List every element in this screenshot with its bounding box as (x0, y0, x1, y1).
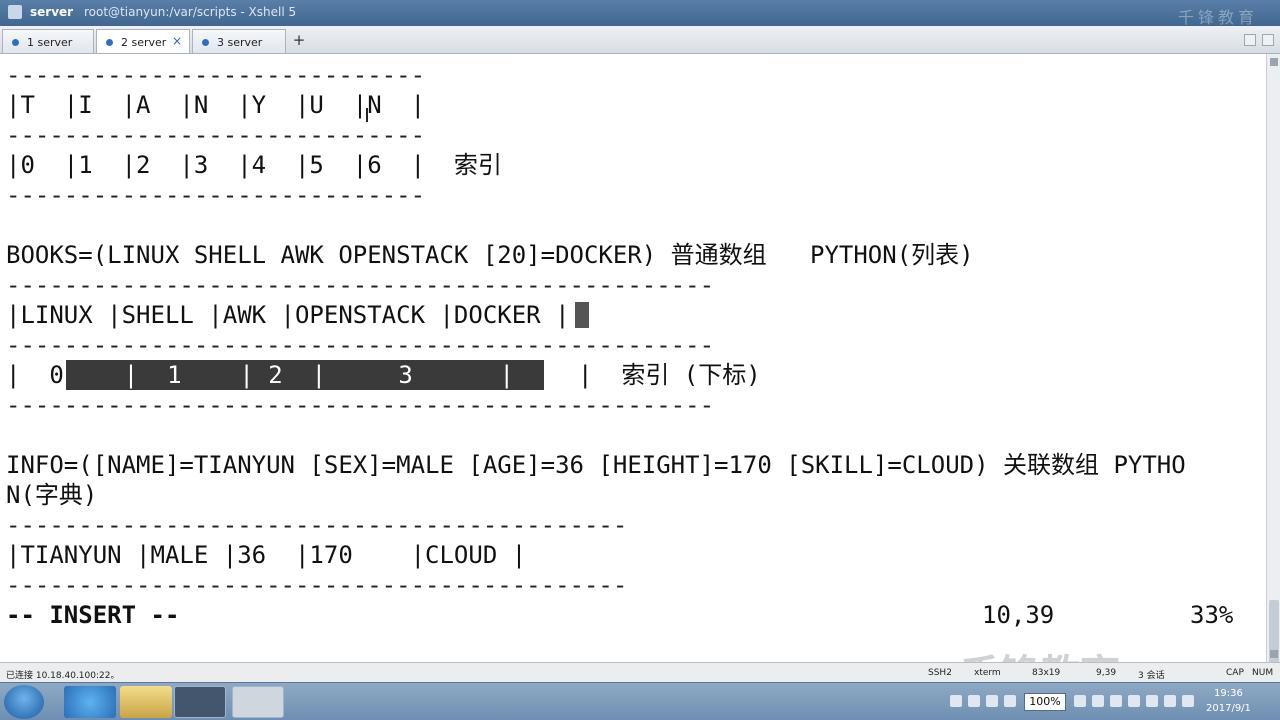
tray-app-icon[interactable] (1146, 695, 1158, 707)
tray-app-icon[interactable] (1128, 695, 1140, 707)
tray-app-icon[interactable] (1110, 695, 1122, 707)
terminal-line: | 0 (6, 361, 64, 389)
caps-lock-indicator: CAP (1226, 668, 1244, 678)
scroll-down-icon[interactable] (1270, 650, 1278, 658)
scroll-up-icon[interactable] (1270, 58, 1278, 66)
tray-app-icon[interactable] (1092, 695, 1104, 707)
terminal-line: ----------------------------- (6, 61, 426, 89)
connection-status: 已连接 10.18.40.100:22。 (6, 671, 120, 681)
window-path: root@tianyun:/var/scripts - Xshell 5 (84, 5, 297, 19)
status-bar: 已连接 10.18.40.100:22。 SSH2 xterm 83x19 9,… (0, 662, 1280, 682)
add-tab-button[interactable]: + (290, 30, 308, 50)
tab-scroll-left-icon[interactable] (1244, 34, 1256, 46)
tray-app-icon[interactable] (1164, 695, 1176, 707)
taskbar: 100% 19:36 2017/9/1 (0, 682, 1280, 720)
window-title: server (30, 5, 74, 19)
selected-text: | 1 | 2 | 3 | 20 (66, 361, 601, 389)
tab-bar: 1 server 2 server × 3 server + (0, 26, 1280, 54)
num-lock-indicator: NUM (1252, 668, 1274, 678)
tab-close-icon[interactable]: × (172, 34, 182, 48)
terminal-line: ----------------------------------------… (6, 391, 715, 419)
xshell-app-icon (8, 5, 22, 19)
terminal-line: ----------------------------- (6, 121, 426, 149)
terminal-line: N(字典) (6, 481, 98, 509)
terminal-type: xterm (974, 668, 1001, 678)
terminal-line: | 索引 (下标) (578, 361, 761, 389)
terminal-pane[interactable]: ----------------------------- |T |I |A |… (0, 54, 1266, 662)
app-taskbar-icon[interactable] (232, 686, 284, 718)
watermark-logo: 千锋教育 (960, 642, 1120, 662)
window-title-bar: server root@tianyun:/var/scripts - Xshel… (0, 0, 1280, 27)
terminal-line: ----------------------------- (6, 181, 426, 209)
terminal-line: ----------------------------------------… (6, 271, 715, 299)
tab-label: 1 server (27, 36, 73, 49)
tab-3-server[interactable]: 3 server (192, 29, 286, 53)
tray-flag-icon[interactable] (1004, 695, 1016, 707)
terminal-line: ----------------------------------------… (6, 511, 628, 539)
scroll-percent: 33% (1190, 601, 1234, 629)
status-position: 9,39 (1096, 668, 1117, 678)
tray-volume-icon[interactable] (986, 695, 998, 707)
terminal-line: |LINUX |SHELL |AWK |OPENSTACK |DOCKER | (6, 301, 570, 329)
internet-explorer-icon[interactable] (64, 686, 116, 718)
vim-mode-indicator: -- INSERT -- (6, 601, 180, 629)
connection-status-icon (12, 39, 19, 46)
tray-app-icon[interactable] (1182, 695, 1194, 707)
zoom-indicator[interactable]: 100% (1024, 693, 1066, 711)
terminal-line: ----------------------------------------… (6, 331, 715, 359)
session-count: 3 会话 (1138, 671, 1165, 681)
cursor-position: 10,39 (982, 601, 1055, 629)
text-cursor (575, 302, 589, 328)
tray-arrow-icon[interactable] (950, 695, 962, 707)
watermark-logo-top: 千锋教育 (1177, 8, 1258, 27)
terminal-line: |TIANYUN |MALE |36 |170 |CLOUD | (6, 541, 527, 569)
file-explorer-icon[interactable] (120, 686, 172, 718)
tray-app-icon[interactable] (1074, 695, 1086, 707)
terminal-line: |T |I |A |N |Y |U |N | (6, 91, 426, 119)
connection-status-icon (202, 39, 209, 46)
protocol-indicator: SSH2 (928, 668, 952, 678)
connection-status-icon (106, 39, 113, 46)
terminal-line: ----------------------------------------… (6, 571, 628, 599)
terminal-line: INFO=([NAME]=TIANYUN [SEX]=MALE [AGE]=36… (6, 451, 1186, 479)
terminal-line: BOOKS=(LINUX SHELL AWK OPENSTACK [20]=DO… (6, 241, 974, 269)
terminal-line: |0 |1 |2 |3 |4 |5 |6 | 索引 (6, 151, 502, 179)
tab-label: 2 server (121, 36, 167, 49)
tab-label: 3 server (217, 36, 263, 49)
tab-scroll-right-icon[interactable] (1262, 34, 1274, 46)
tab-1-server[interactable]: 1 server (2, 29, 94, 53)
clock-date: 2017/9/1 (1206, 703, 1251, 714)
vertical-scrollbar[interactable] (1266, 54, 1280, 700)
tray-network-icon[interactable] (968, 695, 980, 707)
system-clock[interactable]: 19:36 2017/9/1 (1206, 686, 1251, 716)
tab-2-server[interactable]: 2 server × (96, 29, 190, 53)
terminal-size: 83x19 (1032, 668, 1061, 678)
start-button[interactable] (4, 685, 44, 719)
clock-time: 19:36 (1214, 688, 1243, 699)
xshell-taskbar-icon[interactable] (174, 686, 226, 718)
